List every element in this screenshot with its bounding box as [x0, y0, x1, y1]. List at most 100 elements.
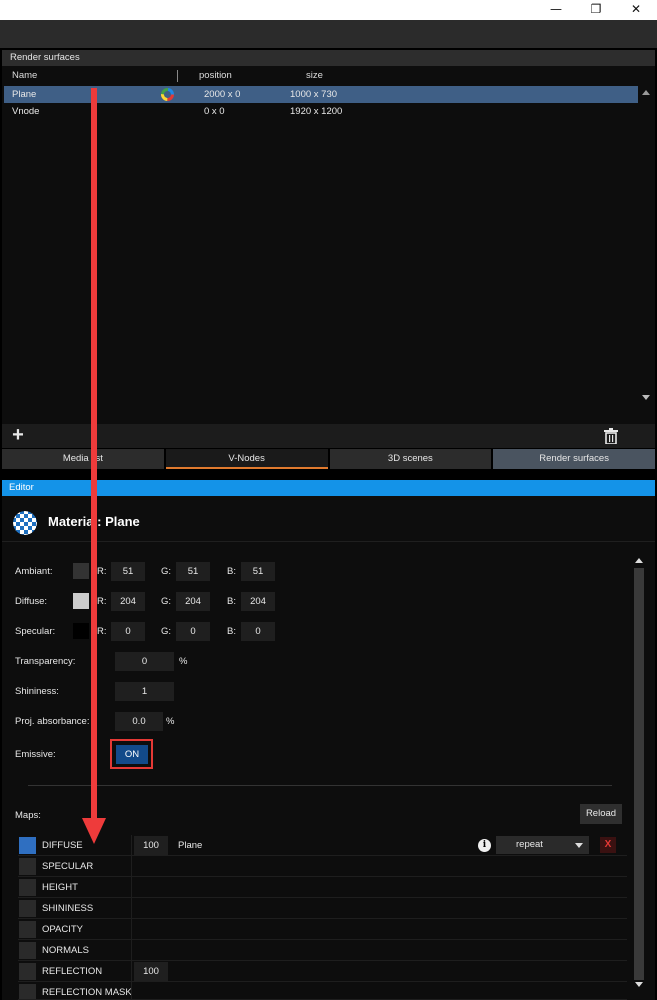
tab-v-nodes[interactable]: V-Nodes	[165, 449, 328, 469]
map-strength-field[interactable]: 100	[134, 836, 168, 855]
wrap-mode-select[interactable]: repeat	[496, 836, 589, 854]
specular-g-label: G:	[161, 626, 172, 637]
ambiant-r-field[interactable]: 51	[111, 562, 145, 581]
scrollbar-thumb[interactable]	[634, 568, 644, 980]
column-separator	[131, 898, 132, 919]
add-surface-button[interactable]: +	[8, 425, 28, 446]
column-header-position[interactable]: position	[199, 70, 232, 84]
column-separator	[131, 835, 132, 856]
specular-r-label: R:	[97, 626, 107, 637]
specular-b-label: B:	[227, 626, 236, 637]
emissive-label: Emissive:	[15, 749, 56, 760]
ambiant-g-field[interactable]: 51	[176, 562, 210, 581]
map-enable-checkbox[interactable]	[19, 984, 36, 999]
column-header-size[interactable]: size	[306, 70, 323, 84]
map-row-opacity[interactable]: OPACITY	[18, 919, 627, 940]
proj-absorbance-unit: %	[166, 716, 175, 727]
wrap-mode-value: repeat	[516, 839, 543, 850]
map-enable-checkbox[interactable]	[19, 837, 36, 854]
map-file-name[interactable]: Plane	[178, 835, 202, 856]
material-header: Material: Plane	[2, 496, 655, 542]
remove-map-button[interactable]: X	[600, 837, 616, 853]
map-row-reflection-mask[interactable]: REFLECTION MASK	[18, 982, 627, 1000]
tab-render-surfaces[interactable]: Render surfaces	[493, 449, 655, 469]
map-enable-checkbox[interactable]	[19, 858, 36, 875]
material-editor: Material: Plane Ambiant: R: 51 G: 51 B: …	[2, 496, 655, 1000]
shininess-label: Shininess:	[15, 686, 59, 697]
column-separator[interactable]	[177, 70, 178, 82]
reload-button[interactable]: Reload	[580, 804, 622, 824]
maps-label: Maps:	[15, 810, 41, 821]
map-name: NORMALS	[42, 945, 89, 956]
map-enable-checkbox[interactable]	[19, 942, 36, 959]
surface-row-vnode[interactable]: Vnode 0 x 0 1920 x 1200	[4, 103, 638, 120]
specular-color-swatch[interactable]	[73, 623, 89, 639]
transparency-field[interactable]: 0	[115, 652, 174, 671]
map-row-diffuse[interactable]: DIFFUSE 100 Plane i repeat X	[18, 835, 627, 856]
surfaces-scrollbar[interactable]	[638, 86, 653, 406]
map-enable-checkbox[interactable]	[19, 963, 36, 980]
map-row-height[interactable]: HEIGHT	[18, 877, 627, 898]
chevron-down-icon	[575, 843, 583, 848]
surface-position: 2000 x 0	[204, 89, 241, 100]
column-header-name[interactable]: Name	[12, 70, 37, 84]
diffuse-b-label: B:	[227, 596, 236, 607]
diffuse-g-label: G:	[161, 596, 172, 607]
map-name: DIFFUSE	[42, 840, 83, 851]
map-enable-checkbox[interactable]	[19, 879, 36, 896]
column-separator	[131, 877, 132, 898]
trash-icon[interactable]	[604, 428, 618, 445]
map-name: REFLECTION MASK	[42, 987, 132, 998]
restore-button[interactable]: ❐	[578, 0, 614, 20]
section-divider	[28, 785, 612, 786]
proj-absorbance-label: Proj. absorbance:	[15, 716, 90, 727]
column-separator	[131, 856, 132, 877]
map-row-specular[interactable]: SPECULAR	[18, 856, 627, 877]
map-row-shininess[interactable]: SHININESS	[18, 898, 627, 919]
editor-scrollbar[interactable]	[632, 556, 646, 992]
scroll-down-arrow-icon[interactable]	[635, 982, 643, 987]
map-enable-checkbox[interactable]	[19, 921, 36, 938]
ambiant-b-field[interactable]: 51	[241, 562, 275, 581]
proj-absorbance-field[interactable]: 0.0	[115, 712, 163, 731]
tab-3d-scenes[interactable]: 3D scenes	[329, 449, 492, 469]
ambiant-r-label: R:	[97, 566, 107, 577]
map-row-reflection[interactable]: REFLECTION 100	[18, 961, 627, 982]
shininess-field[interactable]: 1	[115, 682, 174, 701]
map-row-normals[interactable]: NORMALS	[18, 940, 627, 961]
diffuse-r-label: R:	[97, 596, 107, 607]
tab-media-list[interactable]: Media list	[2, 449, 164, 469]
surface-size: 1000 x 730	[290, 89, 338, 100]
surface-position: 0 x 0	[204, 106, 225, 117]
close-button[interactable]: ✕	[618, 0, 654, 20]
material-checker-icon	[12, 510, 38, 536]
map-enable-checkbox[interactable]	[19, 900, 36, 917]
specular-r-field[interactable]: 0	[111, 622, 145, 641]
diffuse-b-field[interactable]: 204	[241, 592, 275, 611]
diffuse-color-swatch[interactable]	[73, 593, 89, 609]
surface-size: 1920 x 1200	[290, 106, 343, 117]
minimize-button[interactable]: —	[538, 0, 574, 20]
annotation-highlight-box	[110, 739, 153, 769]
specular-label: Specular:	[15, 626, 56, 637]
map-strength-field[interactable]: 100	[134, 962, 168, 981]
ambiant-color-swatch[interactable]	[73, 563, 89, 579]
scroll-down-arrow-icon[interactable]	[642, 395, 650, 400]
surface-row-plane[interactable]: Plane 2000 x 0 1000 x 730	[4, 86, 638, 103]
ambiant-g-label: G:	[161, 566, 172, 577]
column-separator	[131, 940, 132, 961]
ambiant-b-label: B:	[227, 566, 236, 577]
scroll-up-arrow-icon[interactable]	[642, 90, 650, 95]
render-surfaces-footer: +	[2, 424, 655, 448]
map-name: REFLECTION	[42, 966, 103, 977]
diffuse-r-field[interactable]: 204	[111, 592, 145, 611]
specular-g-field[interactable]: 0	[176, 622, 210, 641]
panel-tabs: Media list V-Nodes 3D scenes Render surf…	[2, 449, 655, 469]
surface-name: Plane	[12, 89, 37, 100]
annotation-arrow-shaft	[91, 88, 97, 820]
scroll-up-arrow-icon[interactable]	[635, 558, 643, 563]
map-name: HEIGHT	[42, 882, 78, 893]
info-icon[interactable]: i	[478, 839, 491, 852]
specular-b-field[interactable]: 0	[241, 622, 275, 641]
diffuse-g-field[interactable]: 204	[176, 592, 210, 611]
